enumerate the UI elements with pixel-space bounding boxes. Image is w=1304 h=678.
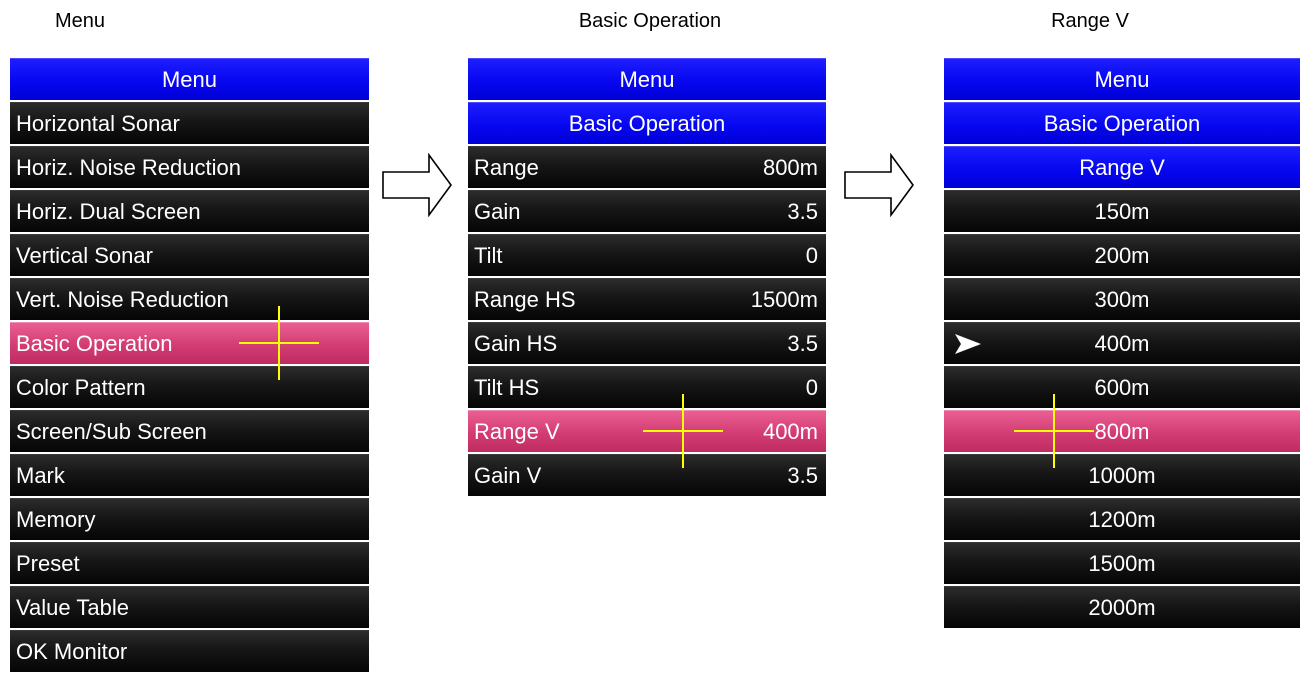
transition-arrow-icon (382, 153, 452, 217)
range-option-label: 1000m (1088, 462, 1156, 488)
main-menu-panel: Menu Horizontal Sonar Horiz. Noise Reduct… (10, 58, 369, 674)
setting-row[interactable]: Gain V 3.5 (468, 454, 826, 496)
menu-item[interactable]: Vertical Sonar (10, 234, 369, 276)
basic-operation-caption: Basic Operation (578, 10, 722, 32)
range-option[interactable]: 2000m (944, 586, 1300, 628)
range-option-label: 800m (1094, 418, 1150, 444)
setting-value: 1500m (750, 286, 818, 312)
menu-item-label: Horizontal Sonar (16, 110, 180, 136)
setting-value: 3.5 (787, 462, 818, 488)
range-option-label: 400m (1094, 330, 1150, 356)
range-option[interactable]: 200m (944, 234, 1300, 276)
setting-label: Tilt HS (474, 374, 540, 400)
menu-header: Menu (10, 58, 369, 100)
setting-value: 400m (762, 418, 818, 444)
range-v-caption: Range V (1051, 10, 1129, 32)
range-option[interactable]: 600m (944, 366, 1300, 408)
menu-header: Menu (468, 58, 826, 100)
setting-label: Gain V (474, 462, 542, 488)
range-option-label: 1200m (1088, 506, 1156, 532)
menu-item[interactable]: Basic Operation (10, 322, 369, 364)
basic-operation-panel: Menu Basic Operation Range 800m Gain 3.5 Tilt 0… (468, 58, 826, 498)
range-option[interactable]: 1500m (944, 542, 1300, 584)
transition-arrow-icon (844, 153, 914, 217)
menu-item-label: Vert. Noise Reduction (16, 286, 229, 312)
menu-item-label: Mark (16, 462, 65, 488)
range-option[interactable]: 300m (944, 278, 1300, 320)
setting-row[interactable]: Tilt HS 0 (468, 366, 826, 408)
setting-label: Range (474, 154, 539, 180)
setting-row[interactable]: Range 800m (468, 146, 826, 188)
menu-item-label: Memory (16, 506, 96, 532)
menu-item-label: Horiz. Noise Reduction (16, 154, 241, 180)
menu-item-label: Screen/Sub Screen (16, 418, 207, 444)
menu-item-label: Value Table (16, 594, 129, 620)
menu-item[interactable]: Horizontal Sonar (10, 102, 369, 144)
menu-item-label: Color Pattern (16, 374, 146, 400)
setting-value: 800m (762, 154, 818, 180)
setting-value: 3.5 (787, 198, 818, 224)
menu-item-label: Basic Operation (16, 330, 173, 356)
range-option[interactable]: 400m (944, 322, 1300, 364)
range-option-label: 300m (1094, 286, 1150, 312)
menu-item-label: OK Monitor (16, 638, 128, 664)
range-v-panel: Menu Basic Operation Range V 150m 200m 300m 40… (944, 58, 1300, 630)
setting-row[interactable]: Gain 3.5 (468, 190, 826, 232)
range-option-label: 1500m (1088, 550, 1156, 576)
setting-label: Range HS (474, 286, 576, 312)
setting-row[interactable]: Range HS 1500m (468, 278, 826, 320)
setting-label: Gain HS (474, 330, 558, 356)
submenu-header: Basic Operation (468, 102, 826, 144)
range-option[interactable]: 800m (944, 410, 1300, 452)
setting-row[interactable]: Gain HS 3.5 (468, 322, 826, 364)
menu-header: Menu (944, 58, 1300, 100)
setting-label: Range V (474, 418, 560, 444)
menu-item[interactable]: Preset (10, 542, 369, 584)
range-option-label: 150m (1094, 198, 1150, 224)
setting-row[interactable]: Tilt 0 (468, 234, 826, 276)
submenu-header: Range V (944, 146, 1300, 188)
range-option-label: 2000m (1088, 594, 1156, 620)
menu-item[interactable]: Horiz. Noise Reduction (10, 146, 369, 188)
setting-value: 3.5 (787, 330, 818, 356)
menu-item[interactable]: Horiz. Dual Screen (10, 190, 369, 232)
menu-item[interactable]: Color Pattern (10, 366, 369, 408)
menu-item-label: Horiz. Dual Screen (16, 198, 201, 224)
setting-row[interactable]: Range V 400m (468, 410, 826, 452)
menu-item[interactable]: Memory (10, 498, 369, 540)
setting-label: Gain (474, 198, 521, 224)
menu-item[interactable]: Mark (10, 454, 369, 496)
menu-item[interactable]: Screen/Sub Screen (10, 410, 369, 452)
current-value-pointer-icon (955, 334, 981, 354)
menu-item-label: Vertical Sonar (16, 242, 153, 268)
range-option[interactable]: 150m (944, 190, 1300, 232)
setting-label: Tilt (474, 242, 503, 268)
setting-value: 0 (805, 374, 818, 400)
menu-item[interactable]: Vert. Noise Reduction (10, 278, 369, 320)
menu-item[interactable]: Value Table (10, 586, 369, 628)
menu-item-label: Preset (16, 550, 80, 576)
menu-item[interactable]: OK Monitor (10, 630, 369, 672)
range-option-label: 200m (1094, 242, 1150, 268)
range-option[interactable]: 1000m (944, 454, 1300, 496)
setting-value: 0 (805, 242, 818, 268)
submenu-header: Basic Operation (944, 102, 1300, 144)
menu-caption: Menu (54, 10, 106, 32)
range-option-label: 600m (1094, 374, 1150, 400)
range-option[interactable]: 1200m (944, 498, 1300, 540)
